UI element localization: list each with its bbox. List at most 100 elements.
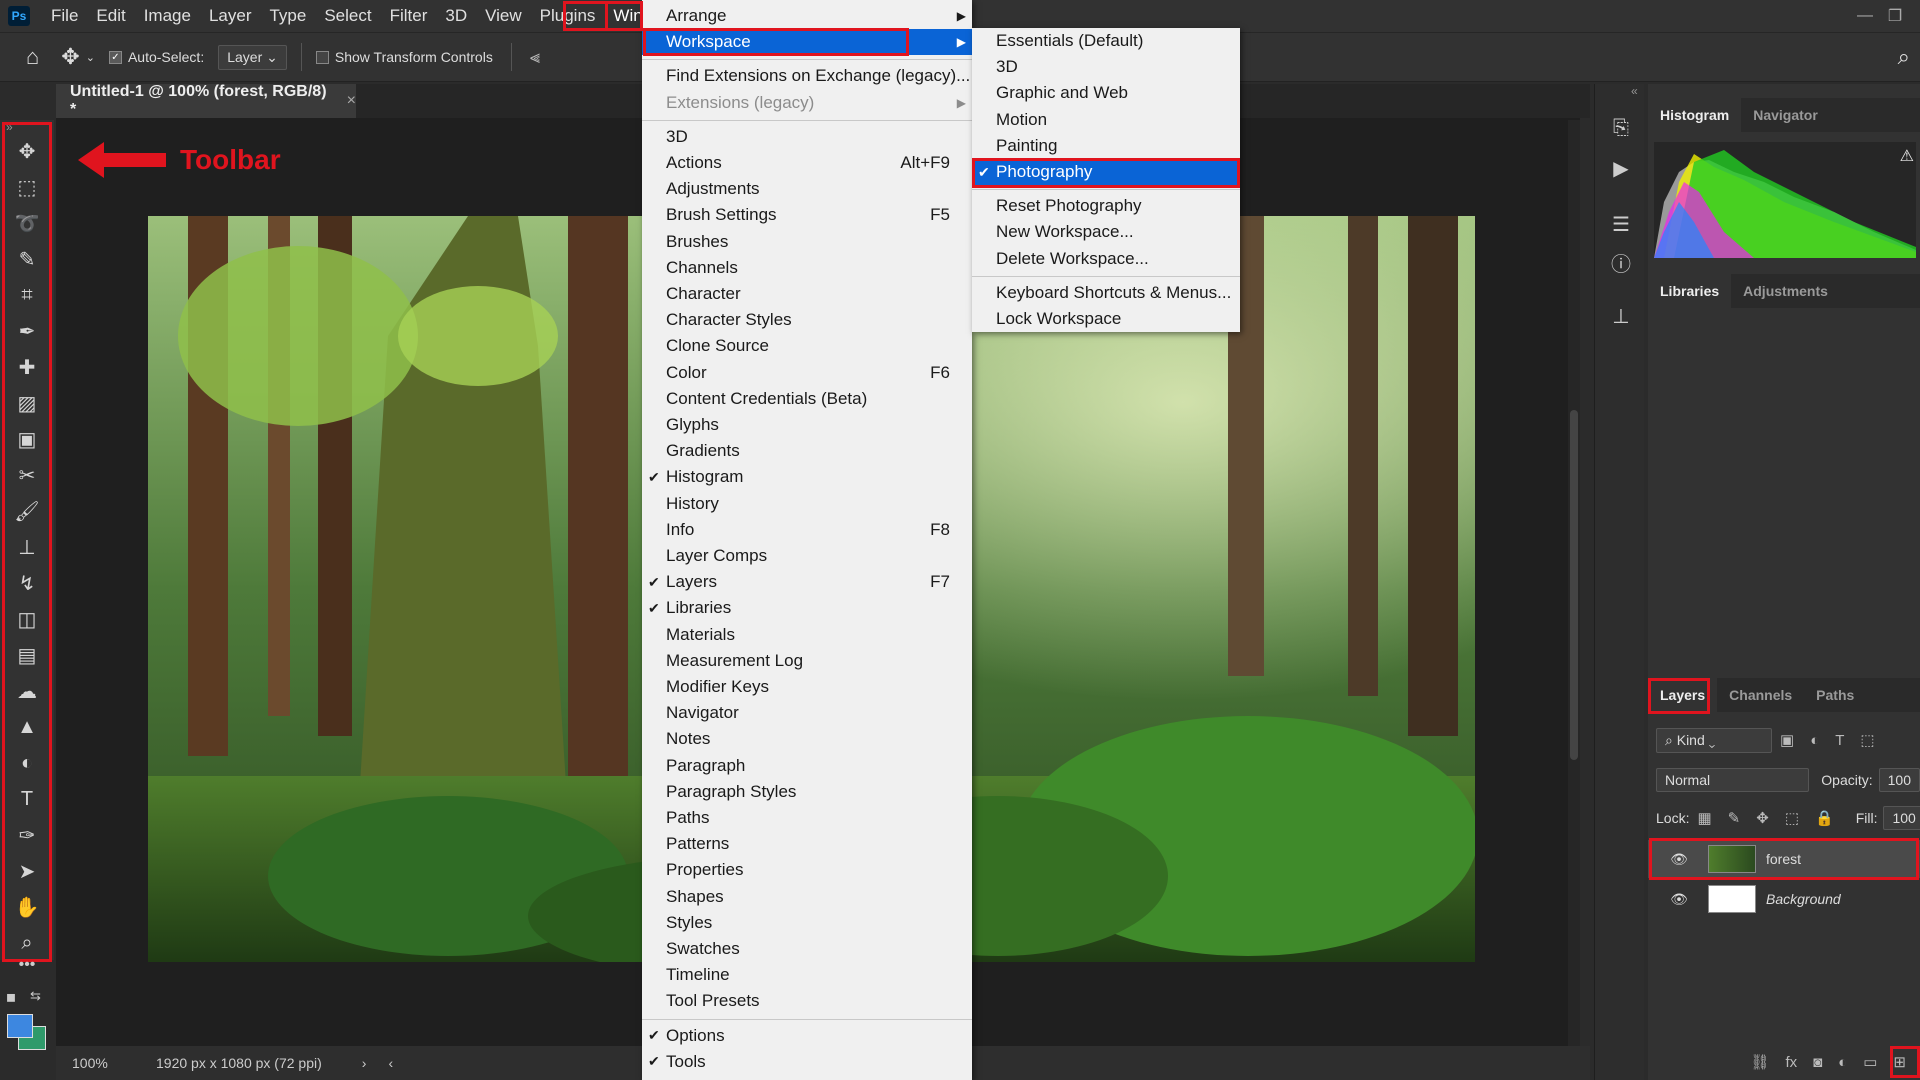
auto-select-checkbox[interactable]: ✓: [108, 50, 122, 64]
fx-icon[interactable]: fx: [1785, 1054, 1797, 1071]
menu-item-brushes[interactable]: Brushes: [642, 229, 972, 255]
home-icon[interactable]: ⌂: [26, 44, 39, 70]
chevron-right-icon[interactable]: ›: [362, 1055, 367, 1071]
hand-tool-icon[interactable]: ✋: [12, 892, 42, 922]
menu-item-materials[interactable]: Materials: [642, 622, 972, 648]
healing-brush-icon[interactable]: ✚: [12, 352, 42, 382]
blend-mode-select[interactable]: Normal: [1656, 768, 1810, 792]
tab-navigator[interactable]: Navigator: [1741, 98, 1830, 132]
menu-item-notes[interactable]: Notes: [642, 726, 972, 752]
menu-item-channels[interactable]: Channels: [642, 255, 972, 281]
menu-item-patterns[interactable]: Patterns: [642, 831, 972, 857]
menu-item-timeline[interactable]: Timeline: [642, 962, 972, 988]
menu-item-info[interactable]: Info F8: [642, 517, 972, 543]
marquee-tool-icon[interactable]: ⬚: [12, 172, 42, 202]
menu-item-character-styles[interactable]: Character Styles: [642, 307, 972, 333]
menu-item-lock-workspace[interactable]: Lock Workspace: [972, 306, 1240, 332]
menu-item-paragraph-styles[interactable]: Paragraph Styles: [642, 779, 972, 805]
layer-row-forest[interactable]: 👁 forest: [1648, 840, 1920, 878]
menu-item-painting[interactable]: Painting: [972, 133, 1240, 159]
menu-item-tool-presets[interactable]: Tool Presets: [642, 988, 972, 1014]
adjustment-filter-icon[interactable]: ◐: [1810, 732, 1819, 749]
tab-adjustments[interactable]: Adjustments: [1731, 274, 1840, 308]
collapse-icon[interactable]: «: [1631, 84, 1638, 98]
menu-item-reset-photography[interactable]: Reset Photography: [972, 193, 1240, 219]
menu-item-keyboard-shortcuts-menus[interactable]: Keyboard Shortcuts & Menus...: [972, 280, 1240, 306]
menu-layer[interactable]: Layer: [200, 0, 261, 32]
menu-item-shapes[interactable]: Shapes: [642, 884, 972, 910]
blur-tool-icon[interactable]: ☁: [12, 676, 42, 706]
menu-item-3d[interactable]: 3D: [972, 54, 1240, 80]
scissors-icon[interactable]: ✂: [12, 460, 42, 490]
vertical-scrollbar[interactable]: [1568, 120, 1580, 1046]
menu-item-clone-source[interactable]: Clone Source: [642, 333, 972, 359]
properties-icon[interactable]: ☰: [1607, 210, 1635, 238]
menu-3d[interactable]: 3D: [436, 0, 476, 32]
lock-pixels-icon[interactable]: ✎: [1728, 809, 1741, 827]
menu-item-character[interactable]: Character: [642, 281, 972, 307]
type-tool-icon[interactable]: T: [12, 784, 42, 814]
menu-item-properties[interactable]: Properties: [642, 857, 972, 883]
lock-artboard-icon[interactable]: ⬚: [1785, 809, 1799, 827]
menu-type[interactable]: Type: [260, 0, 315, 32]
menu-item-modifier-keys[interactable]: Modifier Keys: [642, 674, 972, 700]
tab-libraries[interactable]: Libraries: [1648, 274, 1732, 308]
tab-paths[interactable]: Paths: [1804, 678, 1866, 712]
new-group-icon[interactable]: ▭: [1863, 1053, 1877, 1071]
menu-item-photography[interactable]: ✔ Photography: [972, 159, 1240, 185]
history-panel-icon[interactable]: ⎘: [1607, 114, 1635, 142]
lock-all-icon[interactable]: 🔒: [1815, 809, 1834, 827]
menu-image[interactable]: Image: [135, 0, 200, 32]
menu-item-paths[interactable]: Paths: [642, 805, 972, 831]
search-icon[interactable]: ⌕: [1898, 44, 1910, 70]
menu-item-color[interactable]: Color F6: [642, 360, 972, 386]
chevron-down-icon[interactable]: ⌄: [86, 51, 95, 64]
menu-item-styles[interactable]: Styles: [642, 910, 972, 936]
eyedropper-icon[interactable]: ✒: [12, 316, 42, 346]
menu-file[interactable]: File: [42, 0, 87, 32]
warning-icon[interactable]: ⚠: [1900, 146, 1914, 166]
menu-item-options[interactable]: ✔ Options: [642, 1023, 972, 1049]
menu-item-brush-settings[interactable]: Brush Settings F5: [642, 202, 972, 228]
menu-filter[interactable]: Filter: [381, 0, 437, 32]
menu-item-essentials-default[interactable]: Essentials (Default): [972, 28, 1240, 54]
add-mask-icon[interactable]: ◙: [1813, 1054, 1822, 1071]
pen-tool-icon[interactable]: ✑: [12, 820, 42, 850]
stamp-panel-icon[interactable]: ⊥: [1607, 302, 1635, 330]
swap-colors-icon[interactable]: ⇆: [30, 988, 41, 1004]
menu-item-swatches[interactable]: Swatches: [642, 936, 972, 962]
dodge-tool-icon[interactable]: ◐: [12, 748, 42, 778]
fill-input[interactable]: 100: [1883, 806, 1920, 830]
menu-item-motion[interactable]: Motion: [972, 107, 1240, 133]
visibility-eye-icon[interactable]: 👁: [1664, 891, 1694, 908]
opacity-input[interactable]: 100: [1878, 768, 1920, 792]
menu-item-history[interactable]: History: [642, 491, 972, 517]
gradient-tool-icon[interactable]: ▤: [12, 640, 42, 670]
patch-tool-icon[interactable]: ▨: [12, 388, 42, 418]
menu-plugins[interactable]: Plugins: [531, 0, 605, 32]
menu-edit[interactable]: Edit: [87, 0, 134, 32]
sharpen-tool-icon[interactable]: ▲: [12, 712, 42, 742]
menu-item-libraries[interactable]: ✔ Libraries: [642, 595, 972, 621]
brush-tool-icon[interactable]: 🖌: [12, 496, 42, 526]
layer-name[interactable]: Background: [1766, 891, 1841, 907]
collapse-icon[interactable]: »: [6, 120, 13, 134]
menu-item-3d[interactable]: 3D: [642, 124, 972, 150]
tab-layers[interactable]: Layers: [1648, 678, 1718, 712]
new-layer-icon[interactable]: ⊞: [1893, 1053, 1906, 1071]
close-icon[interactable]: ×: [347, 92, 356, 110]
menu-item-histogram[interactable]: ✔ Histogram: [642, 464, 972, 490]
zoom-tool-icon[interactable]: ⌕: [12, 928, 42, 958]
zoom-level[interactable]: 100%: [72, 1055, 152, 1071]
link-layers-icon[interactable]: ⛓: [1750, 1053, 1769, 1071]
quick-select-icon[interactable]: ✎: [12, 244, 42, 274]
visibility-eye-icon[interactable]: 👁: [1664, 851, 1694, 868]
adjustment-layer-icon[interactable]: ◐: [1838, 1054, 1847, 1071]
type-filter-icon[interactable]: T: [1835, 732, 1844, 749]
chevron-left-icon[interactable]: ‹: [388, 1055, 393, 1071]
menu-item-actions[interactable]: Actions Alt+F9: [642, 150, 972, 176]
default-colors-icon[interactable]: ◼: [6, 990, 16, 1004]
menu-item-measurement-log[interactable]: Measurement Log: [642, 648, 972, 674]
frame-tool-icon[interactable]: ▣: [12, 424, 42, 454]
layer-select[interactable]: Layer ⌄: [218, 44, 287, 70]
